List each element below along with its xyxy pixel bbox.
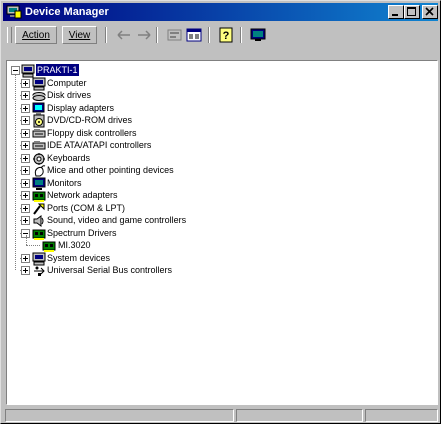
expand-toggle[interactable]	[21, 166, 30, 175]
device-manager-icon	[6, 5, 22, 19]
expand-toggle[interactable]	[21, 266, 30, 275]
close-button[interactable]	[422, 5, 438, 19]
minimize-icon	[392, 14, 398, 16]
expand-toggle[interactable]	[21, 216, 30, 225]
maximize-button[interactable]	[404, 5, 420, 19]
tree-item-label[interactable]: Floppy disk controllers	[47, 127, 137, 139]
tree-item-label[interactable]: Display adapters	[47, 102, 114, 114]
svg-text:?: ?	[223, 30, 230, 42]
expand-toggle[interactable]	[21, 78, 30, 88]
collapse-toggle[interactable]	[11, 66, 20, 75]
maximize-icon	[407, 7, 416, 16]
tree-item-label[interactable]: Sound, video and game controllers	[47, 214, 186, 226]
view-menu-label: View	[68, 30, 91, 41]
tree-item-label[interactable]: Universal Serial Bus controllers	[47, 264, 172, 276]
tree-item-label[interactable]: Computer	[47, 77, 87, 89]
tree-connector	[26, 245, 40, 247]
tree-connector	[15, 75, 17, 270]
toolbar-separator	[156, 27, 158, 43]
window-title: Device Manager	[25, 6, 109, 18]
toolbar-separator	[240, 27, 242, 43]
expand-toggle[interactable]	[21, 128, 30, 138]
tree-connector	[26, 235, 28, 245]
toolbar: Action View ?	[5, 24, 436, 46]
help-icon[interactable]: ?	[217, 27, 235, 43]
status-panel-2	[236, 409, 363, 422]
tree-item-label[interactable]: Keyboards	[47, 152, 90, 164]
toolbar-separator	[105, 27, 107, 43]
title-bar[interactable]: Device Manager	[3, 3, 438, 21]
expand-toggle[interactable]	[21, 203, 30, 213]
tree-item-label[interactable]: Spectrum Drivers	[47, 227, 117, 239]
minimize-button[interactable]	[388, 5, 404, 19]
expand-toggle[interactable]	[21, 153, 30, 163]
expand-toggle[interactable]	[21, 116, 30, 125]
expand-toggle[interactable]	[21, 141, 30, 150]
expand-toggle[interactable]	[21, 91, 30, 100]
action-menu[interactable]: Action	[15, 26, 57, 44]
tree-item-label[interactable]: IDE ATA/ATAPI controllers	[47, 139, 151, 151]
tree-item-label[interactable]: System devices	[47, 252, 110, 264]
back-arrow-icon[interactable]	[115, 27, 133, 43]
tree-item-label[interactable]: Monitors	[47, 177, 82, 189]
device-tree-pane[interactable]: PRAKTI-1 Computer Disk drives Display adapt…	[6, 60, 438, 405]
view-menu[interactable]: View	[62, 26, 97, 44]
toolbar-grip[interactable]	[7, 27, 12, 43]
properties-icon[interactable]	[166, 27, 184, 43]
status-panel-3	[365, 409, 438, 422]
expand-toggle[interactable]	[21, 103, 30, 113]
tree-item-label[interactable]: Disk drives	[47, 89, 91, 101]
tree-item-label[interactable]: Network adapters	[47, 189, 118, 201]
status-bar	[5, 409, 438, 423]
forward-arrow-icon[interactable]	[135, 27, 153, 43]
tree-item-label[interactable]: Ports (COM & LPT)	[47, 202, 125, 214]
expand-toggle[interactable]	[21, 191, 30, 200]
tree-item-label[interactable]: MI.3020	[58, 239, 91, 251]
view-icon[interactable]	[185, 27, 203, 43]
device-manager-window: Device Manager Action View ? PRAKTI-1 Co…	[0, 0, 441, 424]
monitor-icon[interactable]	[249, 27, 267, 43]
action-menu-label: Action	[22, 30, 50, 41]
usb-icon	[32, 263, 46, 277]
tree-item-label[interactable]: PRAKTI-1	[36, 64, 79, 76]
tree-item-label[interactable]: Mice and other pointing devices	[47, 164, 174, 176]
close-icon	[425, 7, 434, 16]
expand-toggle[interactable]	[21, 253, 30, 263]
toolbar-separator	[208, 27, 210, 43]
expand-toggle[interactable]	[21, 178, 30, 188]
tree-item-label[interactable]: DVD/CD-ROM drives	[47, 114, 132, 126]
status-panel-1	[5, 409, 234, 422]
